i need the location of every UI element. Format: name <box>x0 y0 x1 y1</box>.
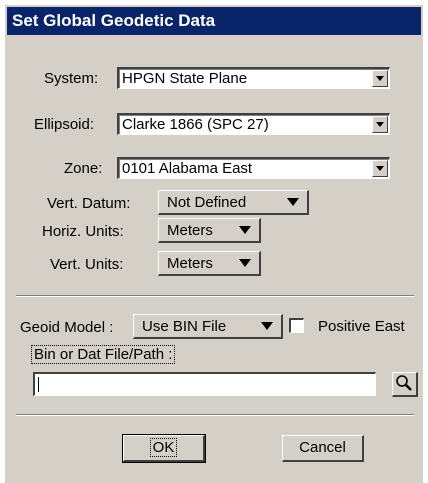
system-select[interactable]: HPGN State Plane <box>117 67 390 89</box>
cancel-button[interactable]: Cancel <box>282 435 364 462</box>
system-label: System: <box>44 70 99 87</box>
vert-units-popup[interactable]: Meters <box>158 251 261 276</box>
chevron-down-icon <box>376 122 384 127</box>
geoid-model-popup[interactable]: Use BIN File <box>133 314 283 339</box>
ok-button-label: OK <box>149 438 178 457</box>
magnifier-icon <box>396 375 412 391</box>
dialog-title: Set Global Geodetic Data <box>7 7 421 35</box>
horiz-units-popup[interactable]: Meters <box>158 218 261 243</box>
bin-path-input[interactable] <box>33 372 376 396</box>
ellipsoid-value: Clarke 1866 (SPC 27) <box>122 116 269 133</box>
chevron-down-icon <box>376 76 384 81</box>
ellipsoid-select[interactable]: Clarke 1866 (SPC 27) <box>117 113 390 135</box>
chevron-down-icon <box>287 198 299 206</box>
ellipsoid-dropdown-button[interactable] <box>372 116 388 133</box>
ok-button[interactable]: OK <box>122 434 206 463</box>
vert-datum-value: Not Defined <box>167 194 247 211</box>
positive-east-label[interactable]: Positive East <box>318 318 405 335</box>
text-caret <box>38 377 39 392</box>
geoid-model-value: Use BIN File <box>142 318 227 335</box>
vert-datum-popup[interactable]: Not Defined <box>158 190 309 215</box>
chevron-down-icon <box>239 259 251 267</box>
separator <box>16 295 414 297</box>
chevron-down-icon <box>261 322 273 330</box>
zone-dropdown-button[interactable] <box>372 160 388 177</box>
vert-units-label: Vert. Units: <box>50 256 124 273</box>
zone-value: 0101 Alabama East <box>122 160 253 177</box>
system-dropdown-button[interactable] <box>372 70 388 87</box>
vert-units-value: Meters <box>167 255 213 272</box>
system-value: HPGN State Plane <box>122 70 248 87</box>
zone-label: Zone: <box>64 160 103 177</box>
horiz-units-value: Meters <box>167 222 213 239</box>
positive-east-checkbox[interactable] <box>289 318 304 333</box>
bin-path-label: Bin or Dat File/Path : <box>31 345 176 364</box>
vert-datum-label: Vert. Datum: <box>47 195 131 212</box>
geoid-model-label: Geoid Model : <box>20 319 114 336</box>
separator <box>16 414 414 416</box>
chevron-down-icon <box>239 226 251 234</box>
zone-select[interactable]: 0101 Alabama East <box>117 157 390 179</box>
chevron-down-icon <box>376 166 384 171</box>
browse-button[interactable] <box>392 372 418 397</box>
horiz-units-label: Horiz. Units: <box>42 223 124 240</box>
ellipsoid-label: Ellipsoid: <box>34 116 95 133</box>
